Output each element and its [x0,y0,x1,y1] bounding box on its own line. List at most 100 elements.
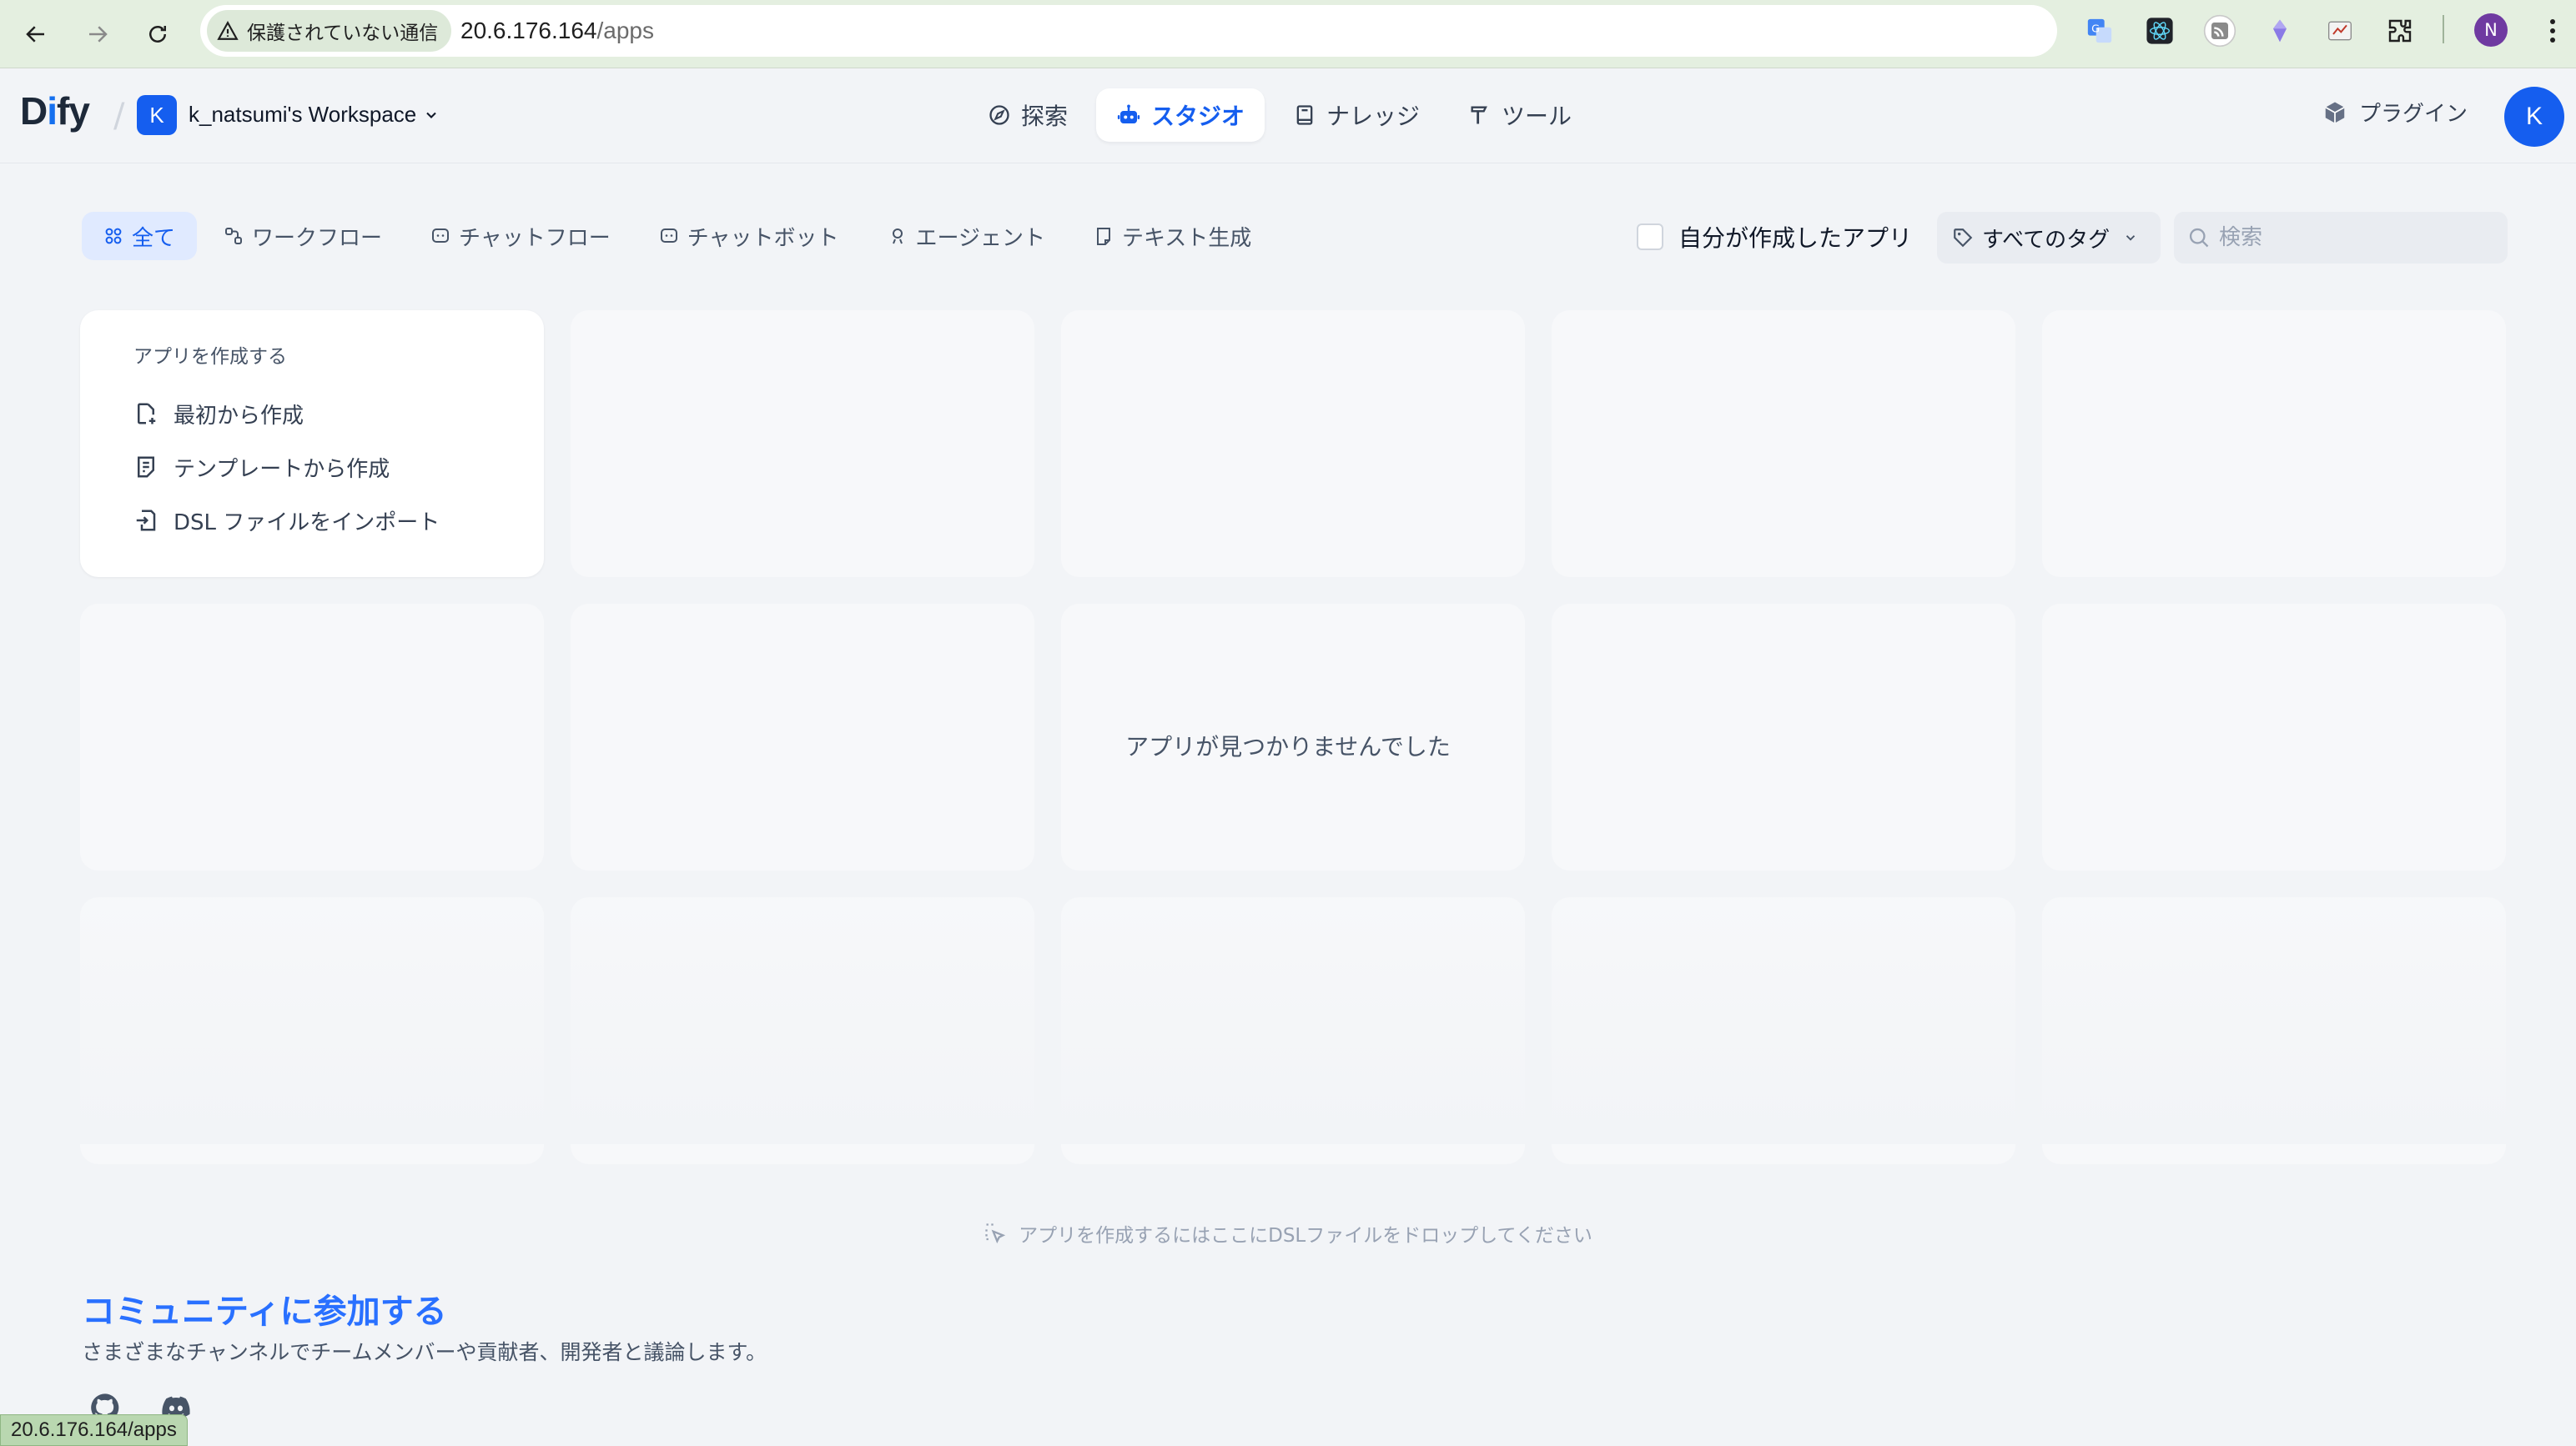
plugin-label: プラグイン [2359,102,2468,127]
warning-icon [217,21,239,40]
cube-icon [2325,102,2345,123]
search-box[interactable] [2174,212,2508,264]
security-label: 保護されていない通信 [247,23,439,44]
file-plus-icon [138,403,156,424]
import-dsl-button[interactable]: DSL ファイルをインポート [133,494,517,547]
screenshot-extension-button[interactable] [2321,12,2359,50]
tab-chatflow-label: チャットフロー [459,225,611,251]
tag-filter-label: すべてのタグ [1982,227,2111,253]
dify-logo[interactable]: Dify [20,88,90,133]
plugin-button[interactable]: プラグイン [2322,97,2468,128]
security-chip[interactable]: 保護されていない通信 [207,10,452,52]
nav-explore[interactable]: 探索 [968,88,1088,142]
forward-arrow-icon [89,26,108,43]
svg-text:G: G [2091,23,2100,35]
nav-studio[interactable]: スタジオ [1096,88,1265,142]
address-bar[interactable]: 保護されていない通信 20.6.176.164/apps [200,5,2227,57]
extensions-button[interactable] [2381,12,2419,50]
tab-chatbot[interactable]: チャットボット [637,212,861,260]
reload-button[interactable] [133,10,182,58]
create-from-blank-label: 最初から作成 [174,403,304,429]
browser-menu-button[interactable] [2536,12,2569,50]
reload-icon [149,26,166,43]
create-from-template-button[interactable]: テンプレートから作成 [133,440,517,494]
chevron-down-icon [2126,235,2136,241]
tab-chatbot-label: チャットボット [687,225,839,251]
rss-extension-button[interactable] [2201,12,2239,50]
grid-icon [105,228,122,244]
browser-toolbar: 保護されていない通信 20.6.176.164/apps G N [0,0,2576,68]
search-input[interactable] [2219,225,2494,250]
crystal-icon [2273,19,2287,43]
community-title: コミュニティに参加する [82,1293,447,1331]
placeholder-card [571,310,1034,577]
crystal-extension-button[interactable] [2261,12,2299,50]
workspace-name: k_natsumi's Workspace [189,102,417,127]
app-type-tabs: 全て ワークフロー チャットフロー チャットボット エージェント テキスト生成 [82,212,1273,260]
browser-profile-avatar[interactable]: N [2474,13,2508,47]
create-app-title: アプリを作成する [133,346,287,368]
tab-agent-label: エージェント [915,225,1046,251]
nav-tools-label: ツール [1502,103,1572,130]
app-header: Dify / K k_natsumi's Workspace 探索 スタジオ ナ… [0,68,2576,163]
chevron-down-icon [426,112,437,118]
tab-chatflow[interactable]: チャットフロー [409,212,632,260]
puzzle-icon [2388,19,2412,43]
logo-part-d: D [20,89,48,133]
chatbot-icon [660,228,677,243]
created-by-me-checkbox[interactable] [1637,223,1663,250]
react-devtools-extension-button[interactable] [2141,12,2179,50]
template-icon [138,456,154,478]
workspace-avatar[interactable]: K [137,95,177,135]
screenshot-icon [2328,21,2352,41]
create-app-card: アプリを作成する 最初から作成 テンプレートから作成 DSL ファイルをインポー… [80,310,544,577]
tab-workflow-label: ワークフロー [252,225,383,251]
back-button[interactable] [12,10,60,58]
tag-icon [1954,228,1973,248]
book-icon [1296,105,1313,125]
grid-fade-overlay [80,877,2509,1144]
nav-studio-label: スタジオ [1151,103,1245,130]
created-by-me-label: 自分が作成したアプリ [1678,224,1913,252]
more-vertical-icon [2550,19,2555,43]
tab-agent[interactable]: エージェント [866,212,1067,260]
explore-icon [989,105,1009,125]
workspace-switcher[interactable]: k_natsumi's Workspace [189,102,440,128]
create-from-blank-button[interactable]: 最初から作成 [133,387,517,440]
document-icon [1097,228,1111,245]
created-by-me-filter[interactable]: 自分が作成したアプリ [1637,220,1912,254]
react-icon [2146,18,2173,44]
app-grid: アプリを作成する 最初から作成 テンプレートから作成 DSL ファイルをインポー… [80,310,2509,1164]
tab-all-label: 全て [132,225,176,251]
no-apps-message: アプリが見つかりませんでした [1125,733,1451,761]
community-description: さまざまなチャンネルでチームメンバーや貢献者、開発者と議論します。 [82,1340,767,1364]
url-path: /apps [596,18,655,43]
dsl-drop-hint: アプリを作成するにはここにDSLファイルをドロップしてください [0,1219,2576,1248]
logo-part-i: i [47,89,58,133]
tab-workflow[interactable]: ワークフロー [202,212,404,260]
translate-icon: G [2087,18,2112,43]
placeholder-card [1552,310,2015,577]
nav-explore-label: 探索 [1021,103,1069,130]
nav-knowledge[interactable]: ナレッジ [1273,88,1440,142]
placeholder-card [1061,310,1525,577]
placeholder-card [2042,310,2506,577]
breadcrumb-separator: / [113,97,125,135]
forward-button[interactable] [73,10,122,58]
tag-filter-select[interactable]: すべてのタグ [1937,212,2161,264]
dsl-drop-hint-text: アプリを作成するにはここにDSLファイルをドロップしてください [1019,1225,1592,1247]
nav-tools[interactable]: ツール [1448,88,1592,142]
robot-icon [1117,104,1140,123]
tab-all[interactable]: 全て [82,212,198,260]
main-nav: 探索 スタジオ ナレッジ ツール [968,88,1592,142]
tab-text-generation[interactable]: テキスト生成 [1072,212,1273,260]
workflow-icon [225,228,243,244]
user-avatar[interactable]: K [2504,87,2564,147]
url-text[interactable]: 20.6.176.164/apps [460,5,654,57]
import-dsl-label: DSL ファイルをインポート [174,510,440,535]
file-import-icon [136,510,156,531]
translate-extension-button[interactable]: G [2080,12,2119,50]
url-host: 20.6.176.164 [460,18,597,43]
search-icon [2189,228,2209,248]
tab-text-generation-label: テキスト生成 [1122,225,1252,251]
